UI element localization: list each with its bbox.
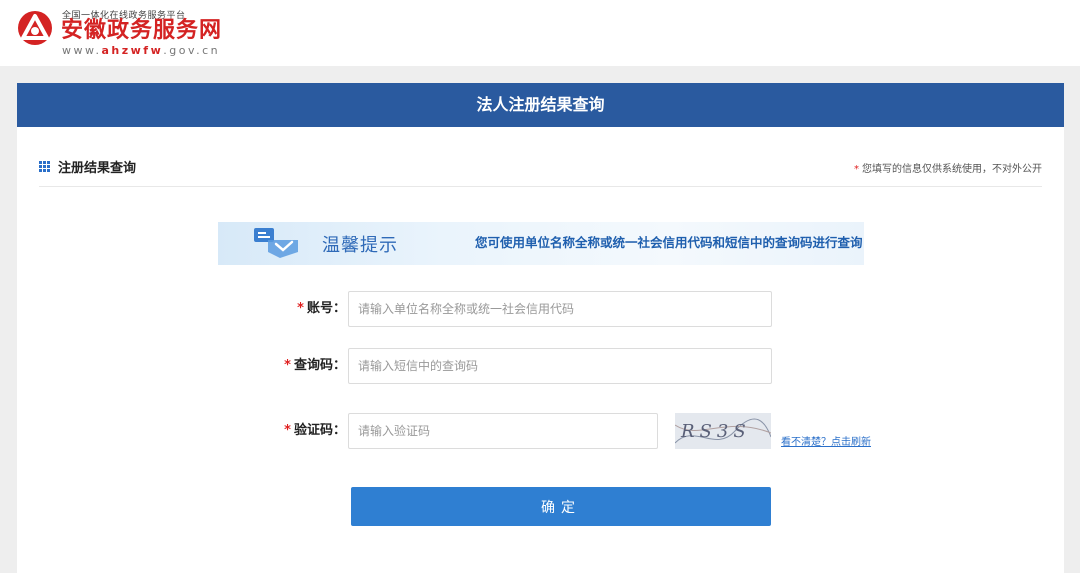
captcha-text: RS3S (680, 421, 751, 442)
site-url: www.ahzwfw.gov.cn (62, 44, 220, 57)
account-row: * 账号： (17, 291, 1064, 327)
section-title: 注册结果查询 (58, 161, 137, 176)
privacy-note-text: 您填写的信息仅供系统使用，不对外公开 (862, 164, 1042, 175)
captcha-image[interactable]: RS3S (675, 413, 771, 449)
query-panel: 法人注册结果查询 注册结果查询 * 您填写的信息仅供系统使用，不对外公开 温馨提示… (17, 83, 1064, 573)
query-code-label-text: 查询码： (293, 358, 346, 373)
site-url-prefix: www. (62, 44, 102, 57)
account-input[interactable] (348, 291, 772, 327)
ahzwfw-logo-icon[interactable] (17, 10, 53, 46)
captcha-row: *验证码： RS3S 看不清楚？点击刷新 (17, 413, 1064, 449)
account-label: * 账号： (297, 291, 346, 327)
site-header: 全国一体化在线政务服务平台 安徽政务服务网 www.ahzwfw.gov.cn (0, 0, 1080, 66)
required-asterisk: * (284, 358, 291, 373)
submit-button[interactable]: 确定 (351, 487, 771, 526)
tip-text: 您可使用单位名称全称或统一社会信用代码和短信中的查询码进行查询 (475, 235, 863, 250)
query-code-label: * 查询码： (284, 348, 346, 384)
tip-banner: 温馨提示 您可使用单位名称全称或统一社会信用代码和短信中的查询码进行查询 (218, 222, 864, 265)
required-asterisk: * (284, 423, 291, 438)
query-code-input[interactable] (348, 348, 772, 384)
section-divider (39, 186, 1042, 187)
captcha-input[interactable] (348, 413, 658, 449)
section-heading: 注册结果查询 (39, 157, 136, 176)
privacy-note: * 您填写的信息仅供系统使用，不对外公开 (854, 160, 1042, 175)
site-url-domain: ahzwfw (101, 44, 164, 57)
tip-title: 温馨提示 (322, 235, 398, 256)
page-title: 法人注册结果查询 (17, 83, 1064, 127)
site-url-suffix: .gov.cn (163, 44, 221, 57)
captcha-refresh-link[interactable]: 看不清楚？点击刷新 (781, 433, 871, 448)
captcha-label-text: 验证码： (293, 423, 346, 438)
monitor-chat-icon (254, 228, 298, 258)
captcha-label: * 验证码： (284, 413, 346, 449)
account-label-text: 账号： (306, 301, 346, 316)
grid-menu-icon (39, 161, 50, 172)
query-code-row: * 查询码： (17, 348, 1064, 384)
required-asterisk: * (854, 164, 859, 175)
site-name[interactable]: 安徽政务服务网 (61, 19, 222, 43)
required-asterisk: * (297, 301, 304, 316)
